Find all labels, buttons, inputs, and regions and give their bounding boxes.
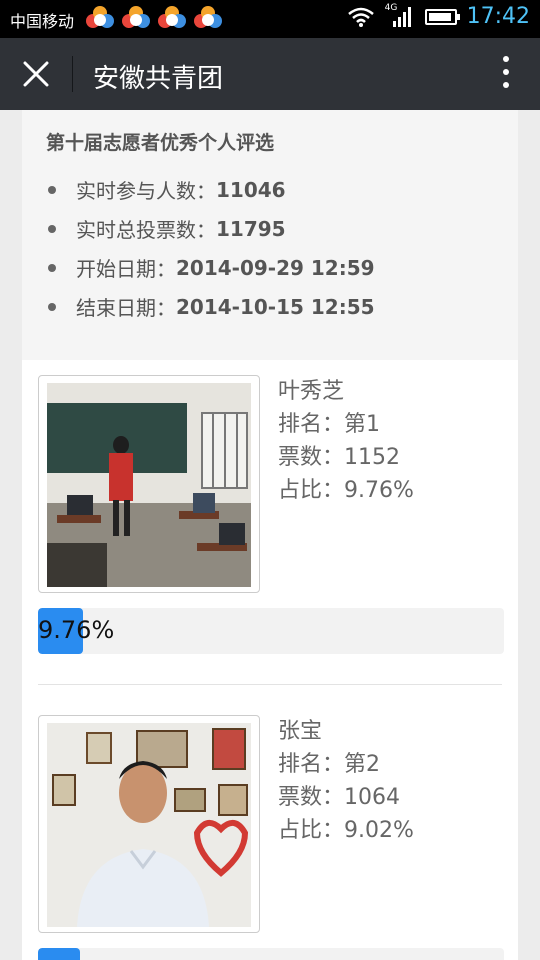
- battery-icon: [424, 8, 460, 25]
- progress-fill: [38, 948, 81, 960]
- stat-start-date: 开始日期： 2014-09-29 12:59: [48, 248, 375, 287]
- status-time: 17:42: [466, 4, 530, 29]
- close-icon: [23, 61, 49, 87]
- bullet-icon: [48, 302, 56, 311]
- candidate-info: 张宝 排名：第2 票数：1064 占比：9.02%: [278, 715, 414, 847]
- title-divider: [72, 56, 73, 92]
- candidate-photo[interactable]: [38, 375, 260, 593]
- candidate-info: 叶秀芝 排名：第1 票数：1152 占比：9.76%: [278, 375, 414, 507]
- stat-label: 开始日期：: [76, 257, 176, 281]
- event-title: 第十届志愿者优秀个人评选: [46, 132, 275, 154]
- notification-icons: [86, 6, 222, 32]
- close-button[interactable]: [16, 54, 56, 94]
- candidate-votes: 票数：1152: [278, 445, 400, 470]
- vote-progress-bar: [38, 948, 504, 960]
- event-info: 第十届志愿者优秀个人评选 实时参与人数： 11046 实时总投票数： 11795…: [22, 110, 518, 360]
- title-bar: 安徽共青团: [0, 38, 540, 110]
- candidate-card[interactable]: 叶秀芝 排名：第1 票数：1152 占比：9.76% 9.76%: [38, 375, 504, 665]
- app-icon: [122, 6, 150, 32]
- app-icon: [158, 6, 186, 32]
- stat-value: 2014-10-15 12:55: [176, 294, 375, 319]
- carrier-label: 中国移动: [10, 12, 75, 31]
- status-bar: 中国移动 4G 17:42: [0, 0, 540, 38]
- stat-value: 11046: [216, 177, 286, 202]
- stat-end-date: 结束日期： 2014-10-15 12:55: [48, 287, 375, 326]
- more-button[interactable]: [496, 56, 516, 92]
- bullet-icon: [48, 224, 56, 233]
- page-title: 安徽共青团: [93, 64, 224, 94]
- app-icon: [86, 6, 114, 32]
- candidate-rank: 排名：第1: [278, 412, 380, 437]
- candidate-share: 占比：9.76%: [278, 478, 414, 503]
- candidate-card[interactable]: 张宝 排名：第2 票数：1064 占比：9.02%: [38, 715, 504, 960]
- app-icon: [194, 6, 222, 32]
- stat-label: 实时参与人数：: [76, 179, 216, 203]
- content-card: 第十届志愿者优秀个人评选 实时参与人数： 11046 实时总投票数： 11795…: [22, 110, 518, 960]
- candidate-rank: 排名：第2: [278, 752, 380, 777]
- event-stats: 实时参与人数： 11046 实时总投票数： 11795 开始日期： 2014-0…: [48, 170, 375, 326]
- signal-icon: 4G: [384, 2, 415, 29]
- candidate-photo[interactable]: [38, 715, 260, 933]
- stat-label: 实时总投票数：: [76, 218, 216, 242]
- stat-participants: 实时参与人数： 11046: [48, 170, 375, 209]
- candidate-share: 占比：9.02%: [278, 818, 414, 843]
- progress-label: 9.76%: [38, 616, 115, 644]
- bullet-icon: [48, 263, 56, 272]
- candidate-divider: [38, 684, 502, 685]
- vote-progress-bar: 9.76%: [38, 608, 504, 654]
- network-tag: 4G: [384, 2, 398, 13]
- stat-value: 11795: [216, 216, 286, 241]
- stat-label: 结束日期：: [76, 296, 176, 320]
- candidate-votes: 票数：1064: [278, 785, 400, 810]
- more-vertical-icon: [503, 56, 509, 88]
- stat-total-votes: 实时总投票数： 11795: [48, 209, 375, 248]
- portrait-photo: [47, 723, 251, 927]
- bullet-icon: [48, 185, 56, 194]
- status-indicators: 4G 17:42: [347, 2, 530, 29]
- wifi-icon: [347, 7, 374, 27]
- candidate-name: 叶秀芝: [278, 379, 345, 404]
- stat-value: 2014-09-29 12:59: [176, 255, 375, 280]
- candidate-name: 张宝: [278, 719, 323, 744]
- classroom-photo: [47, 383, 251, 587]
